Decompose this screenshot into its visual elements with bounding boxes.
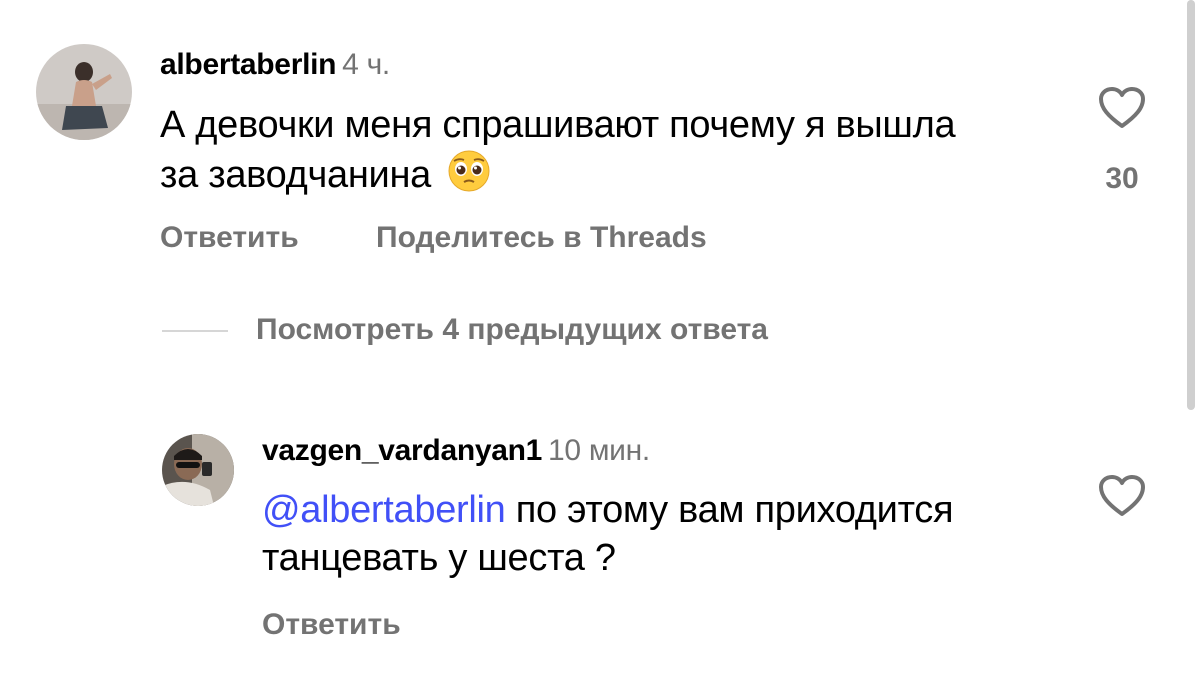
avatar[interactable]	[162, 434, 234, 506]
like-button[interactable]	[1098, 86, 1146, 135]
username-text[interactable]: vazgen_vardanyan1	[262, 434, 542, 467]
share-threads-button[interactable]: Поделитесь в Threads	[376, 221, 707, 255]
comment-username[interactable]: vazgen_vardanyan1 10 мин.	[262, 434, 650, 468]
username-text[interactable]: albertaberlin	[160, 48, 336, 81]
comment-body: А девочки меня спрашивают почему я вышла…	[160, 104, 956, 196]
comment-timestamp: 4 ч.	[342, 48, 390, 81]
avatar-image	[162, 434, 234, 506]
heart-icon	[1099, 87, 1145, 128]
view-previous-replies-button[interactable]: Посмотреть 4 предыдущих ответа	[256, 313, 768, 347]
comments-view: albertaberlin 4 ч. А девочки меня спрашив…	[0, 0, 1199, 676]
replies-divider	[162, 330, 228, 332]
comment-username[interactable]: albertaberlin 4 ч.	[160, 48, 390, 82]
reply-button[interactable]: Ответить	[262, 608, 401, 642]
comment-text: @albertaberlin по этому вам приходится т…	[262, 486, 1022, 582]
avatar[interactable]	[36, 44, 132, 140]
mention-link[interactable]: @albertaberlin	[262, 489, 506, 531]
like-button[interactable]	[1098, 474, 1146, 523]
heart-icon	[1099, 475, 1145, 516]
scrollbar[interactable]	[1187, 0, 1195, 410]
comment-timestamp: 10 мин.	[548, 434, 650, 467]
like-count: 30	[1105, 162, 1139, 195]
reply-button[interactable]: Ответить	[160, 221, 299, 255]
comment-text: А девочки меня спрашивают почему я вышла…	[160, 101, 980, 205]
avatar-image	[36, 44, 132, 140]
pleading-face-icon	[447, 149, 491, 205]
